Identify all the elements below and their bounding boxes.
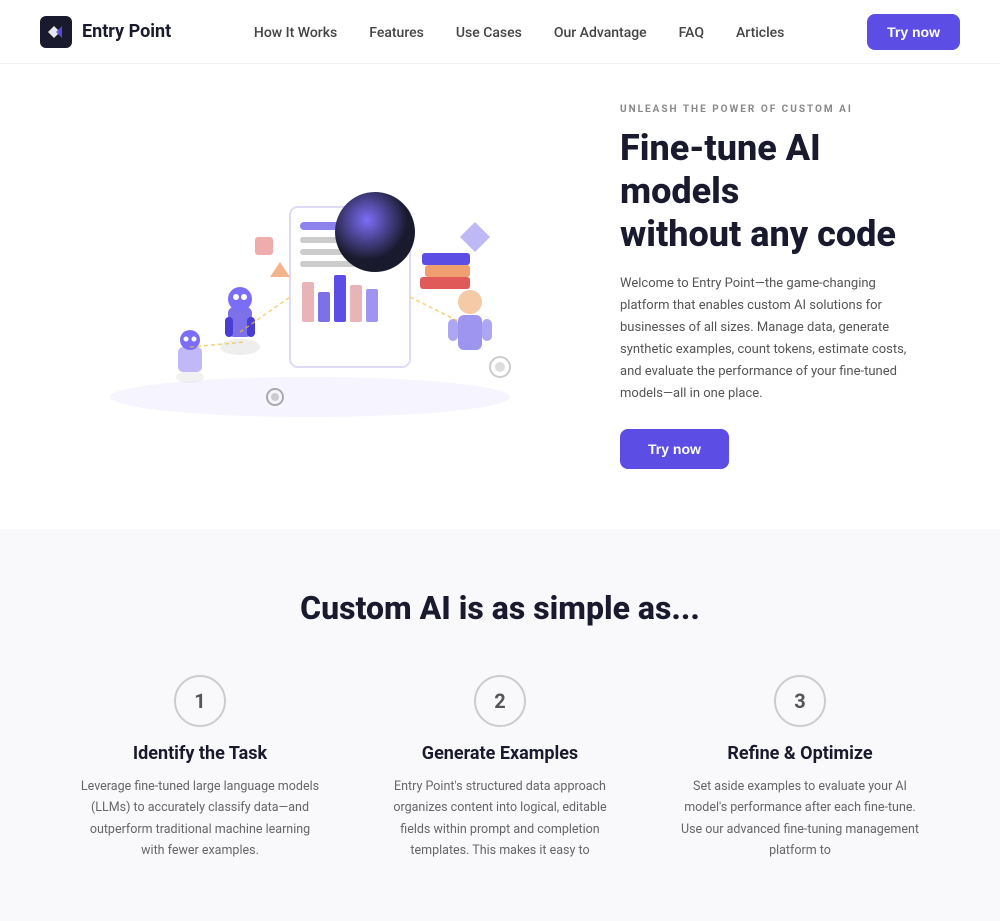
step-3-title: Refine & Optimize xyxy=(680,743,920,764)
step-2-circle: 2 xyxy=(474,675,526,727)
step-3-circle: 3 xyxy=(774,675,826,727)
hero-eyebrow: UNLEASH THE POWER OF CUSTOM AI xyxy=(620,104,920,115)
step-2: 2 Generate Examples Entry Point's struct… xyxy=(380,675,620,861)
hero-title-line1: Fine-tune AI models xyxy=(620,127,821,212)
step-3-desc: Set aside examples to evaluate your AI m… xyxy=(680,776,920,861)
hero-title-line2: without any code xyxy=(620,213,896,255)
step-2-title: Generate Examples xyxy=(380,743,620,764)
nav-features[interactable]: Features xyxy=(369,25,424,41)
nav-our-advantage[interactable]: Our Advantage xyxy=(554,25,647,41)
step-2-number: 2 xyxy=(494,689,505,713)
nav-faq[interactable]: FAQ xyxy=(679,25,704,41)
step-1-circle: 1 xyxy=(174,675,226,727)
hero-title: Fine-tune AI models without any code xyxy=(620,127,920,257)
hero-description: Welcome to Entry Point—the game-changing… xyxy=(620,273,920,406)
step-2-desc: Entry Point's structured data approach o… xyxy=(380,776,620,861)
step-1-title: Identify the Task xyxy=(80,743,320,764)
step-1-desc: Leverage fine-tuned large language model… xyxy=(80,776,320,861)
hero-try-button[interactable]: Try now xyxy=(620,429,729,469)
hero-illustration xyxy=(80,147,520,427)
nav-how-it-works[interactable]: How It Works xyxy=(254,25,337,41)
nav-links: How It Works Features Use Cases Our Adva… xyxy=(254,22,785,41)
hero-section: UNLEASH THE POWER OF CUSTOM AI Fine-tune… xyxy=(0,64,1000,529)
step-1-number: 1 xyxy=(194,689,205,713)
nav-articles[interactable]: Articles xyxy=(736,25,784,41)
brand-logo-icon xyxy=(40,16,72,48)
navbar: Entry Point How It Works Features Use Ca… xyxy=(0,0,1000,64)
custom-ai-title: Custom AI is as simple as... xyxy=(40,589,960,627)
hero-content: UNLEASH THE POWER OF CUSTOM AI Fine-tune… xyxy=(580,104,920,469)
custom-ai-section: Custom AI is as simple as... 1 Identify … xyxy=(0,529,1000,921)
step-3: 3 Refine & Optimize Set aside examples t… xyxy=(680,675,920,861)
nav-use-cases[interactable]: Use Cases xyxy=(456,25,522,41)
nav-try-button[interactable]: Try now xyxy=(867,14,960,50)
step-1: 1 Identify the Task Leverage fine-tuned … xyxy=(80,675,320,861)
brand-name: Entry Point xyxy=(82,21,171,42)
steps-row: 1 Identify the Task Leverage fine-tuned … xyxy=(50,675,950,861)
brand-logo-link[interactable]: Entry Point xyxy=(40,16,171,48)
step-3-number: 3 xyxy=(794,689,805,713)
